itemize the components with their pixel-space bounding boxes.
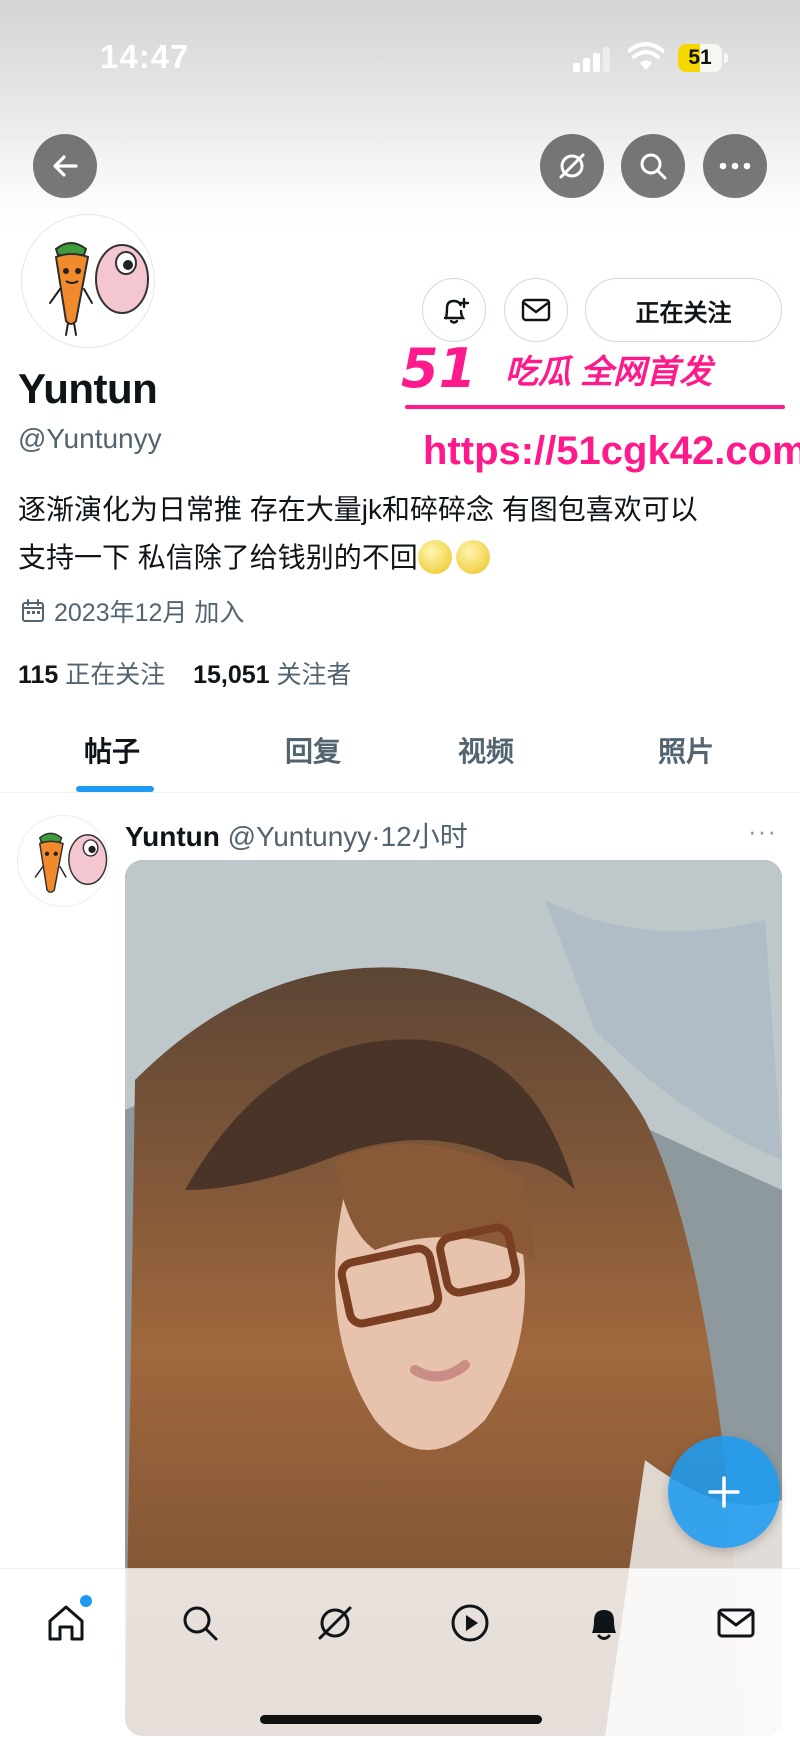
post-handle-time: @Yuntunyy·12小时 [227, 821, 468, 852]
battery-icon: 51 [678, 44, 728, 72]
search-icon [183, 1606, 218, 1641]
bell-icon [592, 1610, 616, 1640]
active-tab-indicator [76, 786, 154, 792]
watermark-logo: 51 [401, 337, 476, 397]
following-button[interactable]: 正在关注 [585, 278, 782, 342]
post-author-avatar[interactable] [18, 816, 108, 906]
nav-grok[interactable] [305, 1593, 365, 1653]
watermark-title: 吃瓜 全网首发 [505, 353, 713, 390]
post-more-button[interactable]: ··· [748, 816, 777, 847]
battery-level: 51 [688, 46, 712, 69]
message-button[interactable] [504, 278, 568, 342]
search-icon [640, 153, 667, 180]
smiling-face-emoji-icon [455, 540, 490, 574]
cellular-signal-icon [573, 46, 611, 72]
nav-notifications[interactable] [574, 1593, 634, 1653]
bottom-navigation-bar [0, 1568, 800, 1737]
profile-name: Yuntun [18, 365, 158, 412]
followers-count: 15,051 [193, 661, 270, 689]
watermark-divider [405, 405, 785, 409]
carrot-character-avatar [18, 816, 108, 906]
nav-home[interactable] [36, 1593, 96, 1653]
following-button-label: 正在关注 [635, 299, 732, 327]
tab-posts[interactable]: 帖子 [84, 730, 140, 770]
followers-label: 关注者 [276, 661, 352, 689]
watermark-url: https://51cgk42.com [423, 429, 800, 473]
nav-search[interactable] [170, 1593, 230, 1653]
notification-dot [80, 1595, 92, 1607]
more-icon [719, 162, 751, 170]
profile-tabs: 帖子 回复 视频 照片 [0, 720, 800, 793]
tab-videos[interactable]: 视频 [458, 730, 514, 770]
wifi-icon [628, 42, 664, 70]
follow-stats: 115 正在关注 15,051 关注者 [18, 655, 352, 691]
grok-button[interactable] [540, 134, 604, 198]
bio-line-2: 支持一下 私信除了给钱别的不回 [18, 542, 418, 573]
home-icon [48, 1605, 84, 1641]
grok-icon [318, 1606, 352, 1640]
bio-line-1: 逐渐演化为日常推 存在大量jk和碎碎念 有图包喜欢可以 [18, 494, 698, 525]
profile-bio: 逐渐演化为日常推 存在大量jk和碎碎念 有图包喜欢可以 支持一下 私信除了给钱别… [18, 486, 788, 582]
following-label: 正在关注 [65, 661, 166, 689]
envelope-icon [521, 298, 551, 322]
envelope-icon [717, 1608, 755, 1638]
tab-replies[interactable]: 回复 [285, 730, 341, 770]
calendar-icon [22, 599, 44, 622]
following-link[interactable]: 115 正在关注 [18, 661, 165, 689]
join-date-text: 2023年12月 加入 [54, 599, 245, 627]
svg-text:51: 51 [401, 337, 476, 397]
carrot-character-avatar [26, 219, 150, 343]
notifications-toggle-button[interactable] [422, 278, 486, 342]
tab-photos[interactable]: 照片 [658, 730, 714, 770]
compose-post-button[interactable] [668, 1436, 780, 1548]
status-time: 14:47 [100, 38, 190, 75]
watermark-overlay: 51 吃瓜 全网首发 https://51cgk42.com [395, 337, 800, 485]
grok-icon [559, 153, 585, 179]
plus-icon [708, 1476, 740, 1508]
profile-avatar[interactable] [22, 215, 154, 347]
play-icon [451, 1604, 489, 1642]
post-author-name[interactable]: Yuntun [125, 821, 220, 852]
smiling-face-emoji-icon [417, 540, 452, 574]
join-date: 2023年12月 加入 [20, 593, 244, 629]
nav-video[interactable] [440, 1593, 500, 1653]
bell-plus-icon [443, 297, 470, 324]
followers-link[interactable]: 15,051 关注者 [193, 661, 351, 689]
post-header: Yuntun @Yuntunyy·12小时 [125, 815, 468, 855]
search-button[interactable] [621, 134, 685, 198]
status-bar: 14:47 51 [0, 0, 800, 120]
arrow-left-icon [53, 155, 78, 177]
more-options-button[interactable] [703, 134, 767, 198]
nav-messages[interactable] [706, 1593, 766, 1653]
following-count: 115 [18, 661, 59, 689]
home-indicator [260, 1715, 542, 1724]
back-button[interactable] [33, 134, 97, 198]
profile-handle: @Yuntunyy [18, 423, 162, 454]
